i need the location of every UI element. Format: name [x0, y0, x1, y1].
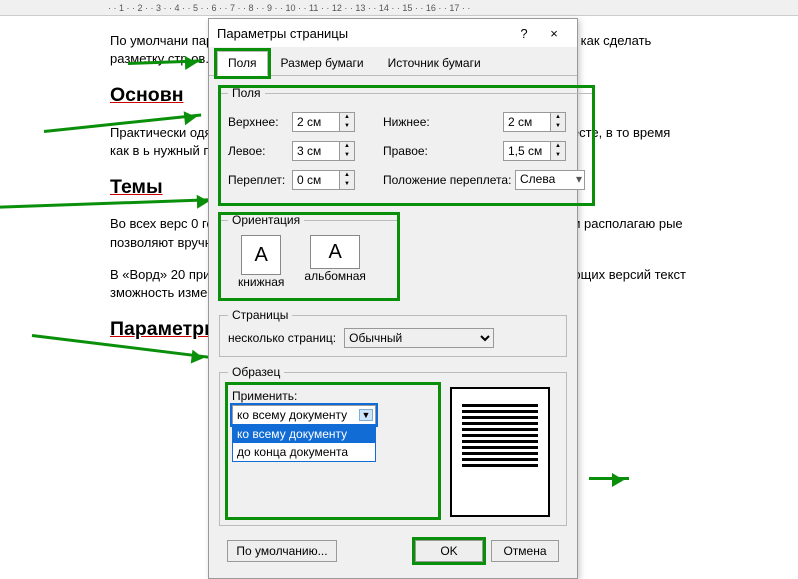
default-button[interactable]: По умолчанию... — [227, 540, 337, 562]
close-button[interactable]: × — [539, 26, 569, 41]
apply-to-label: Применить: — [232, 389, 434, 403]
orientation-landscape[interactable]: A альбомная — [304, 235, 366, 289]
dialog-title: Параметры страницы — [217, 26, 509, 41]
gutter-position-label: Положение переплета: — [383, 173, 515, 187]
bottom-margin-input[interactable] — [503, 112, 551, 132]
spinner-icon[interactable]: ▲▼ — [551, 112, 566, 132]
landscape-icon: A — [310, 235, 360, 269]
left-margin-input[interactable] — [292, 141, 340, 161]
ruler: · · 1 · · 2 · · 3 · · 4 · · 5 · · 6 · · … — [0, 0, 798, 16]
spinner-icon[interactable]: ▲▼ — [551, 141, 566, 161]
cancel-button[interactable]: Отмена — [491, 540, 559, 562]
spinner-icon[interactable]: ▲▼ — [340, 112, 355, 132]
chevron-down-icon: ▼ — [359, 409, 373, 421]
gutter-position-select[interactable]: Слева — [515, 170, 585, 190]
portrait-label: книжная — [238, 275, 284, 289]
page-setup-dialog: Параметры страницы ? × Поля Размер бумаг… — [208, 18, 578, 579]
margins-legend: Поля — [228, 86, 265, 100]
gutter-input[interactable] — [292, 170, 340, 190]
tab-strip: Поля Размер бумаги Источник бумаги — [209, 47, 577, 76]
apply-to-select[interactable]: ко всему документу ▼ — [232, 405, 376, 425]
annotation-arrow — [589, 477, 629, 480]
ok-button[interactable]: OK — [415, 540, 483, 562]
left-margin-label: Левое: — [228, 144, 292, 158]
apply-option-forward[interactable]: до конца документа — [233, 443, 375, 461]
orientation-portrait[interactable]: A книжная — [238, 235, 284, 289]
apply-option-whole[interactable]: ко всему документу — [233, 425, 375, 443]
landscape-label: альбомная — [304, 269, 366, 283]
pages-group: Страницы несколько страниц: Обычный — [219, 308, 567, 357]
spinner-icon[interactable]: ▲▼ — [340, 141, 355, 161]
right-margin-input[interactable] — [503, 141, 551, 161]
multiple-pages-label: несколько страниц: — [228, 331, 336, 345]
spinner-icon[interactable]: ▲▼ — [340, 170, 355, 190]
multiple-pages-select[interactable]: Обычный — [344, 328, 494, 348]
orientation-group: Ориентация A книжная A альбомная — [219, 213, 399, 300]
tab-margins[interactable]: Поля — [217, 51, 268, 76]
right-margin-label: Правое: — [383, 144, 503, 158]
orientation-legend: Ориентация — [228, 213, 304, 227]
top-margin-label: Верхнее: — [228, 115, 292, 129]
margins-group: Поля Верхнее: ▲▼ Нижнее: ▲▼ Левое: ▲▼ Пр… — [219, 86, 594, 205]
top-margin-input[interactable] — [292, 112, 340, 132]
pages-legend: Страницы — [228, 308, 292, 322]
tab-paper-source[interactable]: Источник бумаги — [377, 51, 492, 75]
apply-to-dropdown[interactable]: ко всему документу до конца документа — [232, 424, 376, 462]
help-button[interactable]: ? — [509, 26, 539, 41]
bottom-margin-label: Нижнее: — [383, 115, 503, 129]
sample-group: Образец Применить: ко всему документу ▼ … — [219, 365, 567, 526]
gutter-label: Переплет: — [228, 173, 292, 187]
tab-paper-size[interactable]: Размер бумаги — [270, 51, 375, 75]
sample-legend: Образец — [228, 365, 284, 379]
dialog-button-row: По умолчанию... OK Отмена — [219, 534, 567, 568]
page-preview — [450, 387, 550, 517]
portrait-icon: A — [241, 235, 281, 275]
titlebar[interactable]: Параметры страницы ? × — [209, 19, 577, 47]
